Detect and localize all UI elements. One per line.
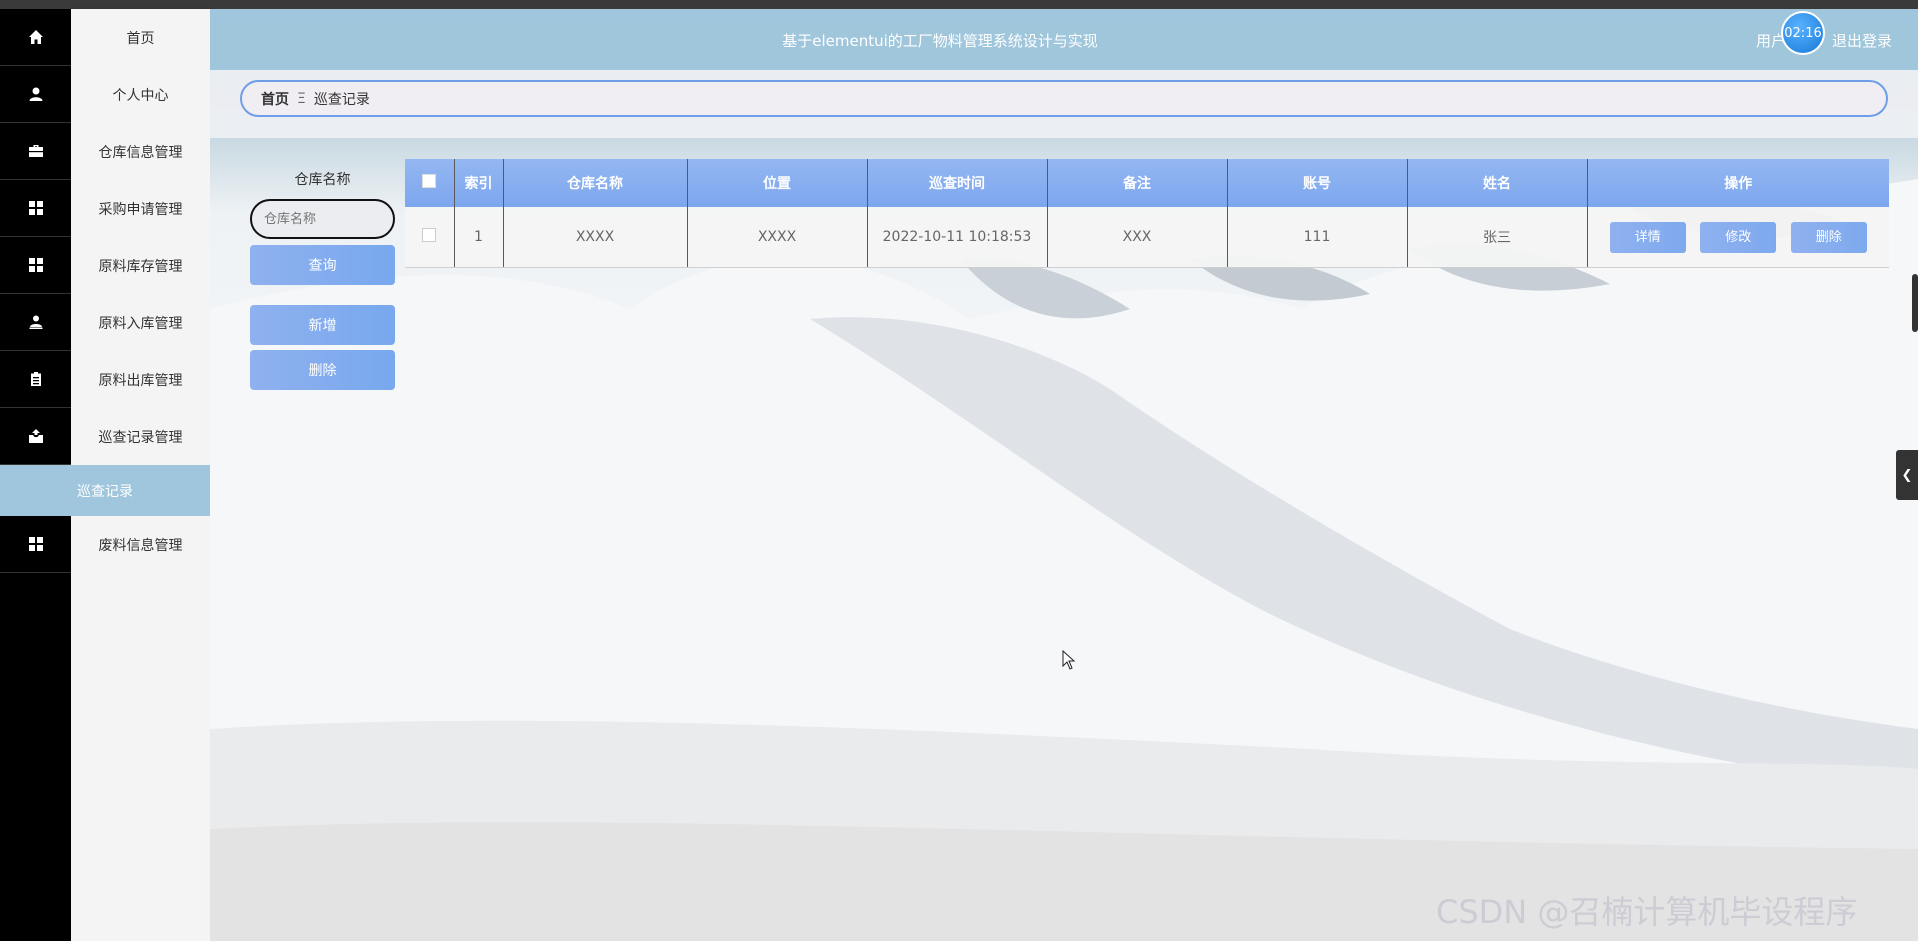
query-button[interactable]: 查询: [250, 245, 395, 285]
batch-delete-button[interactable]: 删除: [250, 350, 395, 390]
cell-account: 111: [1227, 207, 1408, 268]
column-header: 索引: [454, 159, 504, 207]
column-header: 位置: [687, 159, 868, 207]
search-label: 仓库名称: [294, 172, 351, 188]
sidebar-item-stock[interactable]: 原料库存管理: [71, 237, 210, 294]
cell-actions: 详情 修改 删除: [1587, 207, 1889, 268]
user-icon[interactable]: [0, 66, 71, 123]
inbox-icon[interactable]: [0, 408, 71, 465]
column-header: 仓库名称: [503, 159, 688, 207]
delete-button[interactable]: 删除: [1790, 221, 1867, 253]
cell-index: 1: [454, 207, 504, 268]
main-area: 基于elementui的工厂物料管理系统设计与实现 用户 02:16 退出登录 …: [210, 9, 1918, 941]
grid-icon[interactable]: [0, 180, 71, 237]
cell-note: XXX: [1047, 207, 1228, 268]
add-button[interactable]: 新增: [250, 305, 395, 345]
cell-warehouse: XXXX: [503, 207, 688, 268]
select-all-checkbox[interactable]: [405, 159, 455, 207]
column-header: 账号: [1227, 159, 1408, 207]
home-icon[interactable]: [0, 9, 71, 66]
breadcrumb-home[interactable]: 首页: [261, 89, 289, 109]
cell-time: 2022-10-11 10:18:53: [867, 207, 1048, 268]
breadcrumb-separator: Ξ: [297, 90, 306, 107]
column-header: 姓名: [1407, 159, 1588, 207]
top-header: 基于elementui的工厂物料管理系统设计与实现 用户 02:16 退出登录: [210, 9, 1918, 70]
breadcrumb-current: 巡查记录: [313, 91, 370, 108]
sidebar-subitem-inspection-record[interactable]: 巡查记录: [0, 465, 210, 516]
briefcase-icon[interactable]: [0, 123, 71, 180]
app-title: 基于elementui的工厂物料管理系统设计与实现: [782, 32, 1098, 50]
breadcrumb: 首页 Ξ 巡查记录: [240, 80, 1888, 117]
grid-icon[interactable]: [0, 516, 71, 573]
scrollbar-handle[interactable]: [1912, 274, 1918, 332]
column-header: 备注: [1047, 159, 1228, 207]
person-icon[interactable]: [0, 294, 71, 351]
sidebar-subitem-label: 巡查记录: [77, 483, 133, 500]
sidebar-item-purchase[interactable]: 采购申请管理: [71, 180, 210, 237]
sidebar-item-inspection[interactable]: 巡查记录管理: [71, 408, 210, 465]
clipboard-icon[interactable]: [0, 351, 71, 408]
warehouse-name-input[interactable]: [250, 199, 395, 239]
inspection-record-table: 索引 仓库名称 位置 巡查时间 备注 账号 姓名 操作 1 XXXX XXXX …: [405, 159, 1889, 268]
cell-location: XXXX: [687, 207, 868, 268]
sidebar-item-outbound[interactable]: 原料出库管理: [71, 351, 210, 408]
mouse-cursor-icon: [1062, 650, 1076, 670]
column-header: 操作: [1587, 159, 1889, 207]
table-header-row: 索引 仓库名称 位置 巡查时间 备注 账号 姓名 操作: [405, 159, 1889, 207]
sidebar: 首页 个人中心 仓库信息管理 采购申请管理 原料库存管理 原料入库管理 原料出库…: [0, 9, 210, 941]
row-checkbox[interactable]: [405, 207, 455, 268]
sidebar-item-waste[interactable]: 废料信息管理: [71, 516, 210, 573]
cell-name: 张三: [1407, 207, 1588, 268]
sidebar-item-home[interactable]: 首页: [71, 9, 210, 66]
chevron-left-icon[interactable]: ❮: [1896, 450, 1918, 500]
sidebar-item-inbound[interactable]: 原料入库管理: [71, 294, 210, 351]
logout-link[interactable]: 退出登录: [1832, 30, 1892, 51]
sidebar-item-warehouse[interactable]: 仓库信息管理: [71, 123, 210, 180]
column-header: 巡查时间: [867, 159, 1048, 207]
watermark: CSDN @召楠计算机毕设程序: [1436, 893, 1858, 931]
sidebar-item-profile[interactable]: 个人中心: [71, 66, 210, 123]
detail-button[interactable]: 详情: [1609, 221, 1686, 253]
table-row: 1 XXXX XXXX 2022-10-11 10:18:53 XXX 111 …: [405, 207, 1889, 268]
edit-button[interactable]: 修改: [1700, 221, 1777, 253]
timer-badge: 02:16: [1781, 11, 1825, 55]
grid-icon[interactable]: [0, 237, 71, 294]
snow-mountain-background: [210, 9, 1918, 941]
